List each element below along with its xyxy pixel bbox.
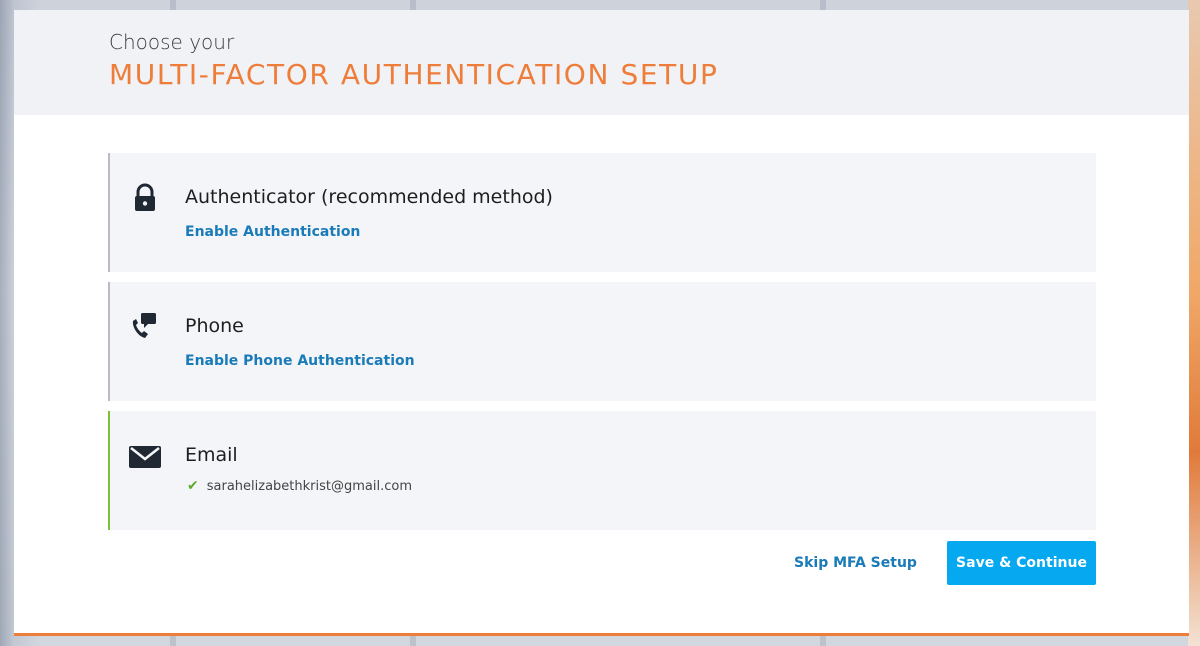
method-phone: Phone Enable Phone Authentication — [108, 282, 1096, 401]
skip-mfa-setup-link[interactable]: Skip MFA Setup — [794, 555, 917, 571]
enable-phone-authentication-link[interactable]: Enable Phone Authentication — [185, 353, 415, 369]
envelope-icon — [128, 439, 162, 473]
method-authenticator: Authenticator (recommended method) Enabl… — [108, 153, 1096, 272]
background-edge — [1188, 0, 1200, 646]
method-email: Email ✔ sarahelizabethkrist@gmail.com — [108, 411, 1096, 530]
page-subtitle: Choose your — [109, 30, 235, 54]
phone-chat-icon — [128, 310, 162, 344]
email-address: sarahelizabethkrist@gmail.com — [206, 478, 412, 494]
card-header: Choose your MULTI-FACTOR AUTHENTICATION … — [14, 10, 1189, 115]
mfa-setup-card: Choose your MULTI-FACTOR AUTHENTICATION … — [14, 10, 1189, 636]
lock-icon — [128, 181, 162, 215]
save-continue-button[interactable]: Save & Continue — [947, 541, 1096, 585]
method-title: Authenticator (recommended method) — [185, 186, 553, 208]
check-icon: ✔ — [187, 478, 199, 494]
enable-authentication-link[interactable]: Enable Authentication — [185, 224, 360, 240]
method-title: Phone — [185, 315, 244, 337]
configured-email: ✔ sarahelizabethkrist@gmail.com — [187, 478, 412, 494]
page-title: MULTI-FACTOR AUTHENTICATION SETUP — [109, 58, 719, 91]
method-title: Email — [185, 444, 238, 466]
